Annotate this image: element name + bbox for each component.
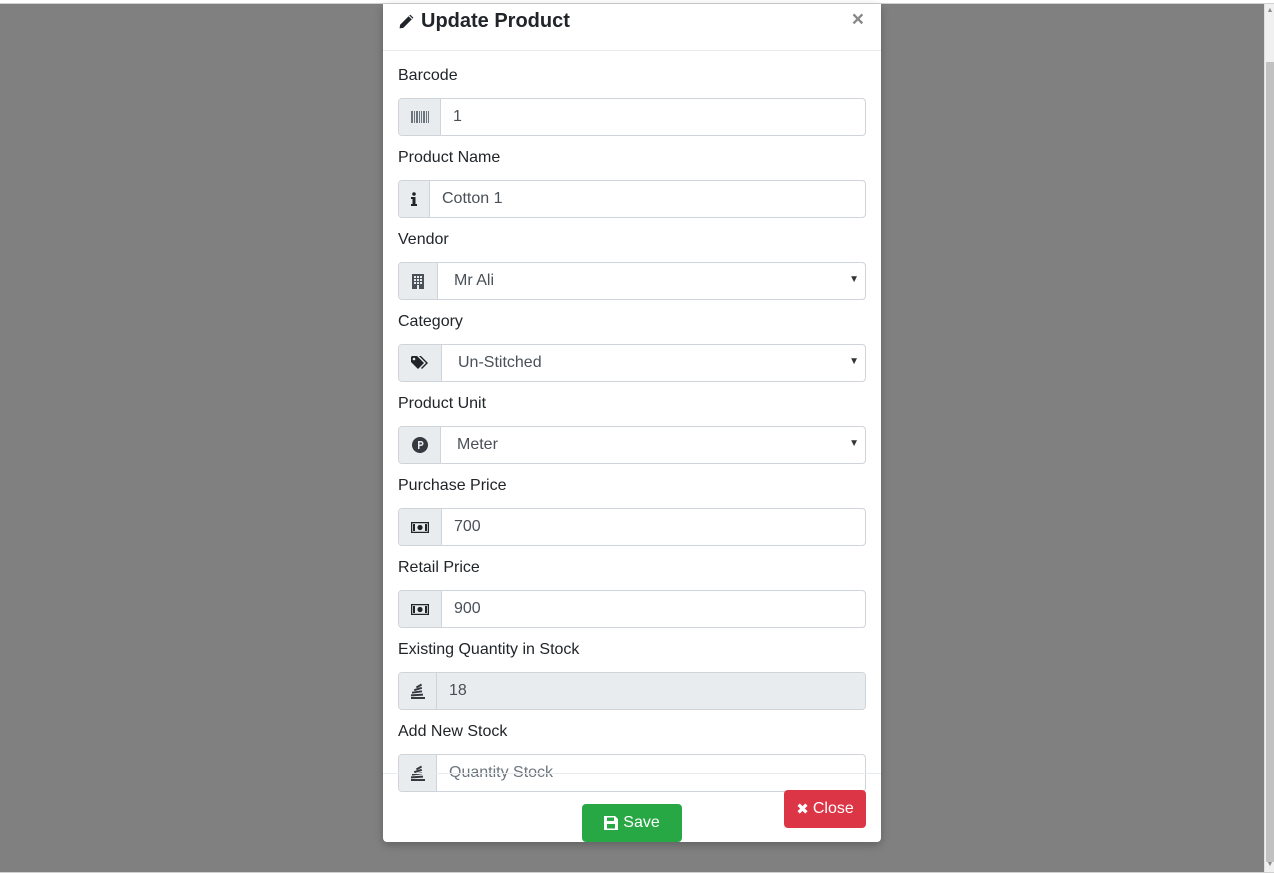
existing-quantity-field: 18 bbox=[437, 673, 865, 709]
barcode-field[interactable]: 1 bbox=[441, 99, 865, 135]
chevron-down-icon: ▼ bbox=[849, 438, 859, 449]
category-input-group: Un-Stitched ▼ bbox=[398, 344, 866, 382]
product-hunt-icon bbox=[399, 427, 441, 463]
tags-icon bbox=[399, 345, 442, 381]
category-label: Category bbox=[398, 313, 463, 330]
times-icon: ✖ bbox=[796, 801, 809, 818]
update-product-modal: Update Product × Barcode 1 Product Name … bbox=[383, 4, 881, 842]
scrollbar-thumb[interactable] bbox=[1266, 62, 1274, 862]
modal-title: Update Product bbox=[398, 10, 570, 33]
category-select[interactable]: Un-Stitched ▼ bbox=[442, 345, 865, 381]
money-icon bbox=[399, 591, 442, 627]
retail-price-field[interactable]: 900 bbox=[442, 591, 865, 627]
vendor-selected-value: Mr Ali bbox=[454, 272, 494, 289]
product-unit-select[interactable]: Meter ▼ bbox=[441, 427, 865, 463]
vendor-select[interactable]: Mr Ali ▼ bbox=[438, 263, 865, 299]
chevron-down-icon: ▼ bbox=[849, 274, 859, 285]
window-bottom-edge bbox=[0, 872, 1274, 876]
vendor-label: Vendor bbox=[398, 231, 449, 248]
close-button-label: Close bbox=[812, 800, 854, 817]
chevron-down-icon: ▼ bbox=[849, 356, 859, 367]
modal-footer: ✖ Close bbox=[383, 773, 881, 842]
building-icon bbox=[399, 263, 438, 299]
info-icon bbox=[399, 181, 430, 217]
retail-price-input-group: 900 bbox=[398, 590, 866, 628]
product-unit-label: Product Unit bbox=[398, 395, 487, 412]
retail-price-label: Retail Price bbox=[398, 559, 480, 576]
product-name-field[interactable]: Cotton 1 bbox=[430, 181, 865, 217]
product-name-input-group: Cotton 1 bbox=[398, 180, 866, 218]
barcode-icon bbox=[399, 99, 441, 135]
add-new-stock-label: Add New Stock bbox=[398, 723, 508, 740]
barcode-label: Barcode bbox=[398, 67, 458, 84]
product-name-label: Product Name bbox=[398, 149, 501, 166]
modal-title-text: Update Product bbox=[421, 10, 570, 32]
scroll-up-arrow-icon[interactable]: ▲ bbox=[1266, 6, 1274, 16]
purchase-price-input-group: 700 bbox=[398, 508, 866, 546]
close-button[interactable]: ✖ Close bbox=[784, 790, 866, 828]
modal-body: Barcode 1 Product Name Cotton 1 Vendor M… bbox=[398, 66, 866, 842]
close-icon[interactable]: × bbox=[852, 9, 864, 30]
stack-icon bbox=[399, 673, 437, 709]
category-selected-value: Un-Stitched bbox=[458, 354, 542, 371]
scroll-down-arrow-icon[interactable]: ▼ bbox=[1266, 860, 1274, 870]
modal-header: Update Product × bbox=[383, 4, 881, 51]
purchase-price-label: Purchase Price bbox=[398, 477, 507, 494]
vendor-input-group: Mr Ali ▼ bbox=[398, 262, 866, 300]
page-scrollbar[interactable]: ▲ ▼ bbox=[1264, 4, 1274, 872]
pencil-icon bbox=[399, 14, 414, 29]
barcode-input-group: 1 bbox=[398, 98, 866, 136]
existing-quantity-input-group: 18 bbox=[398, 672, 866, 710]
existing-quantity-label: Existing Quantity in Stock bbox=[398, 641, 580, 658]
money-icon bbox=[399, 509, 442, 545]
purchase-price-field[interactable]: 700 bbox=[442, 509, 865, 545]
product-unit-selected-value: Meter bbox=[457, 436, 498, 453]
product-unit-input-group: Meter ▼ bbox=[398, 426, 866, 464]
